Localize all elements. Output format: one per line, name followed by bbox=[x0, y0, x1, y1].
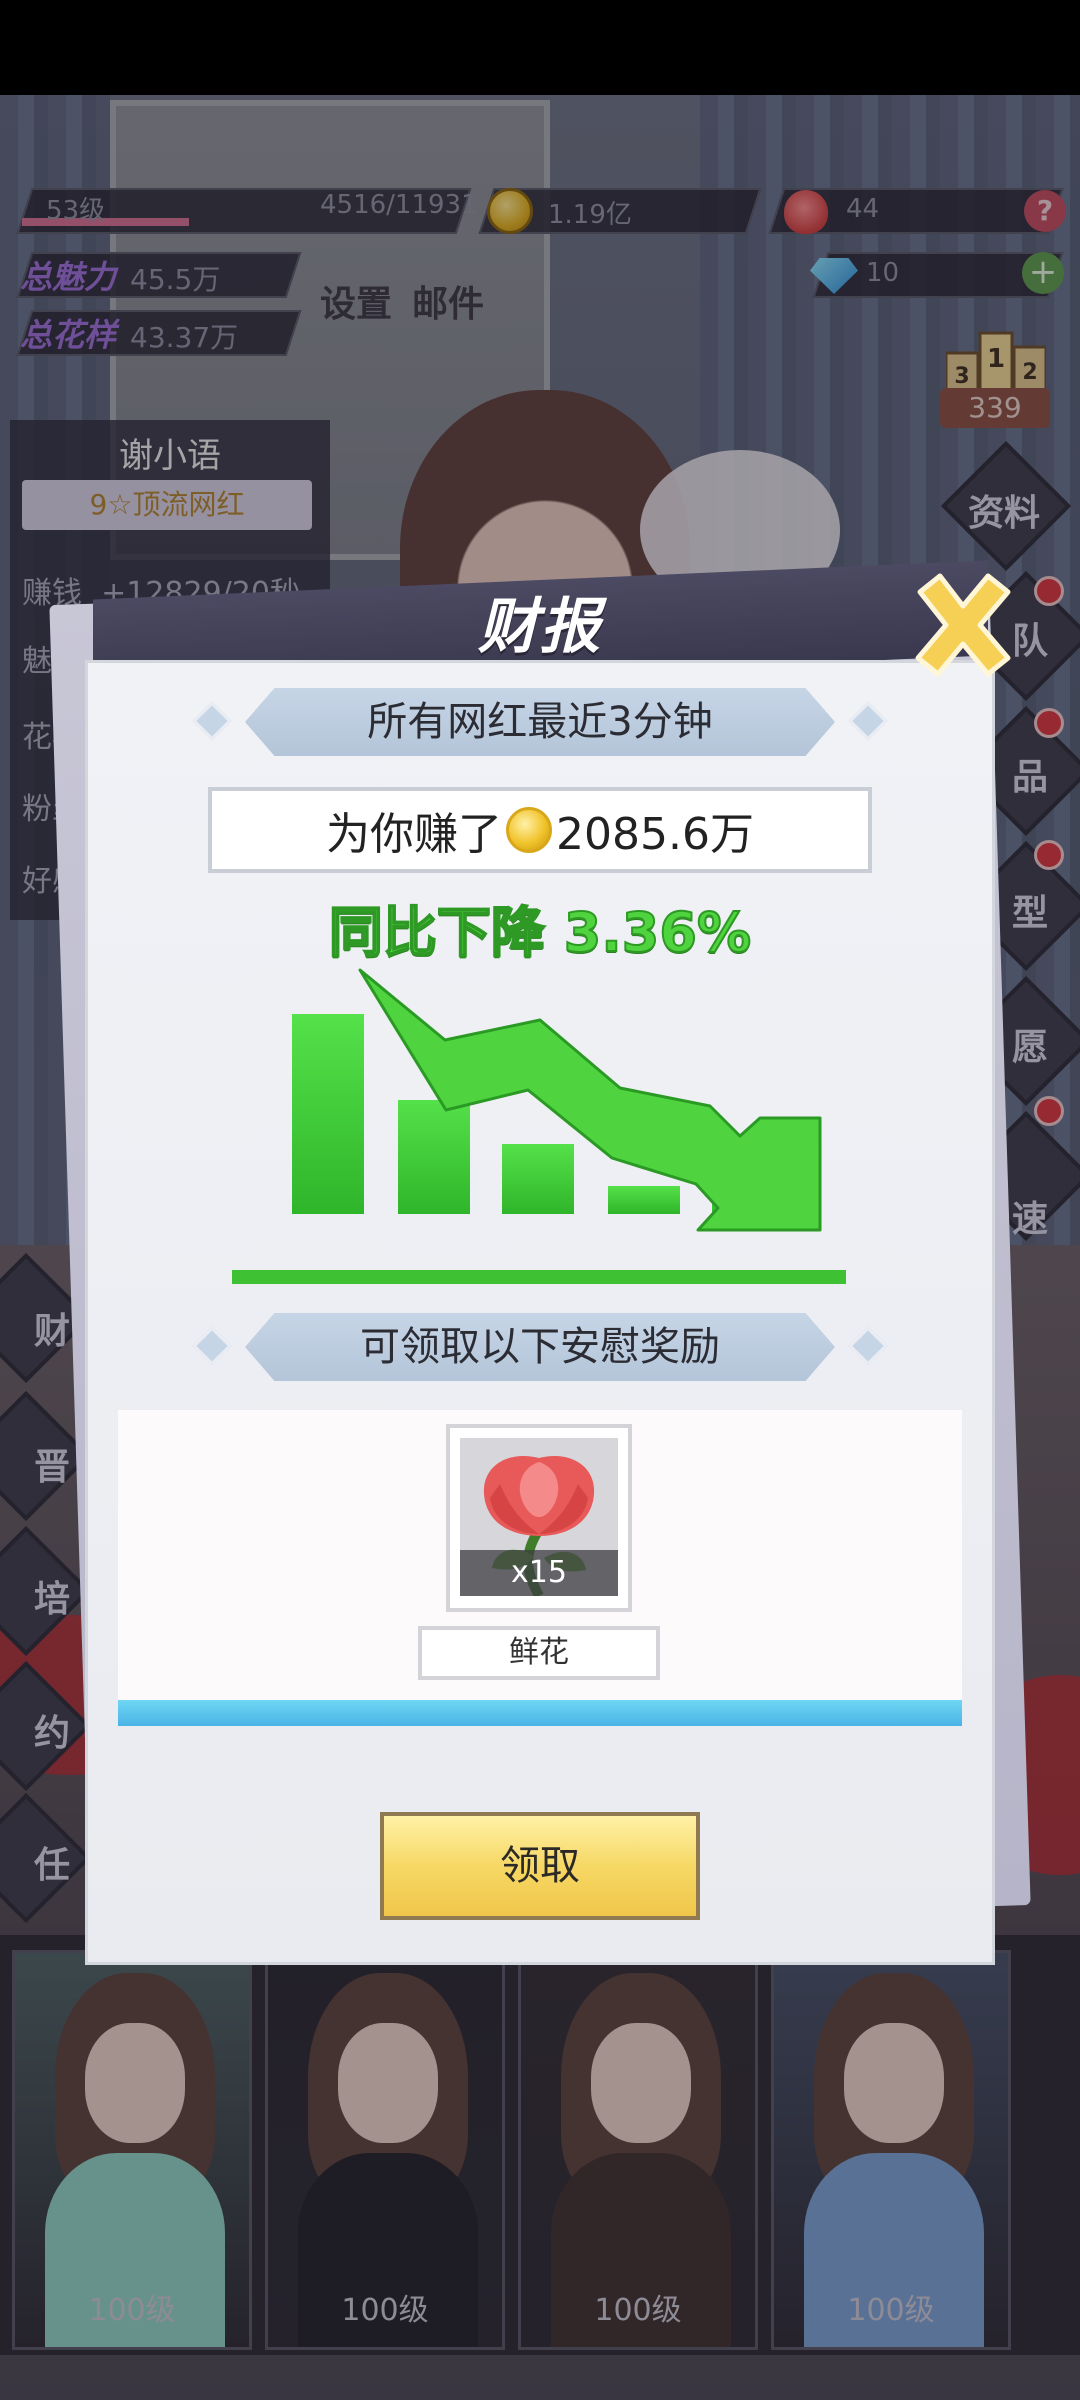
close-button[interactable] bbox=[908, 570, 1018, 680]
reward-panel-footer bbox=[118, 1700, 962, 1726]
chart-baseline bbox=[232, 1270, 846, 1284]
reward-item-name: 鲜花 bbox=[418, 1626, 660, 1680]
decline-chart-icon bbox=[232, 968, 846, 1284]
decline-bar bbox=[608, 1186, 680, 1214]
period-text: 所有网红最近3分钟 bbox=[367, 699, 713, 745]
change-percent: 同比下降 3.36% bbox=[328, 900, 752, 965]
earnings-box: 为你赚了 2085.6万 bbox=[208, 787, 872, 873]
claim-button[interactable]: 领取 bbox=[380, 1812, 700, 1920]
coin-icon bbox=[506, 807, 553, 853]
reward-header: 可领取以下安慰奖励 bbox=[360, 1324, 720, 1370]
earn-prefix: 为你赚了 bbox=[326, 809, 503, 860]
decline-bar bbox=[398, 1100, 470, 1214]
decline-bar bbox=[502, 1144, 574, 1214]
earn-amount: 2085.6万 bbox=[556, 809, 754, 860]
close-x-icon bbox=[915, 573, 1011, 677]
decline-bar bbox=[292, 1014, 364, 1214]
game-screen: 53级 4516/11931 1.19亿 44 ? 10 + 总魅力 45.5万… bbox=[0, 0, 1080, 2400]
reward-item-count: x15 bbox=[511, 1555, 567, 1590]
